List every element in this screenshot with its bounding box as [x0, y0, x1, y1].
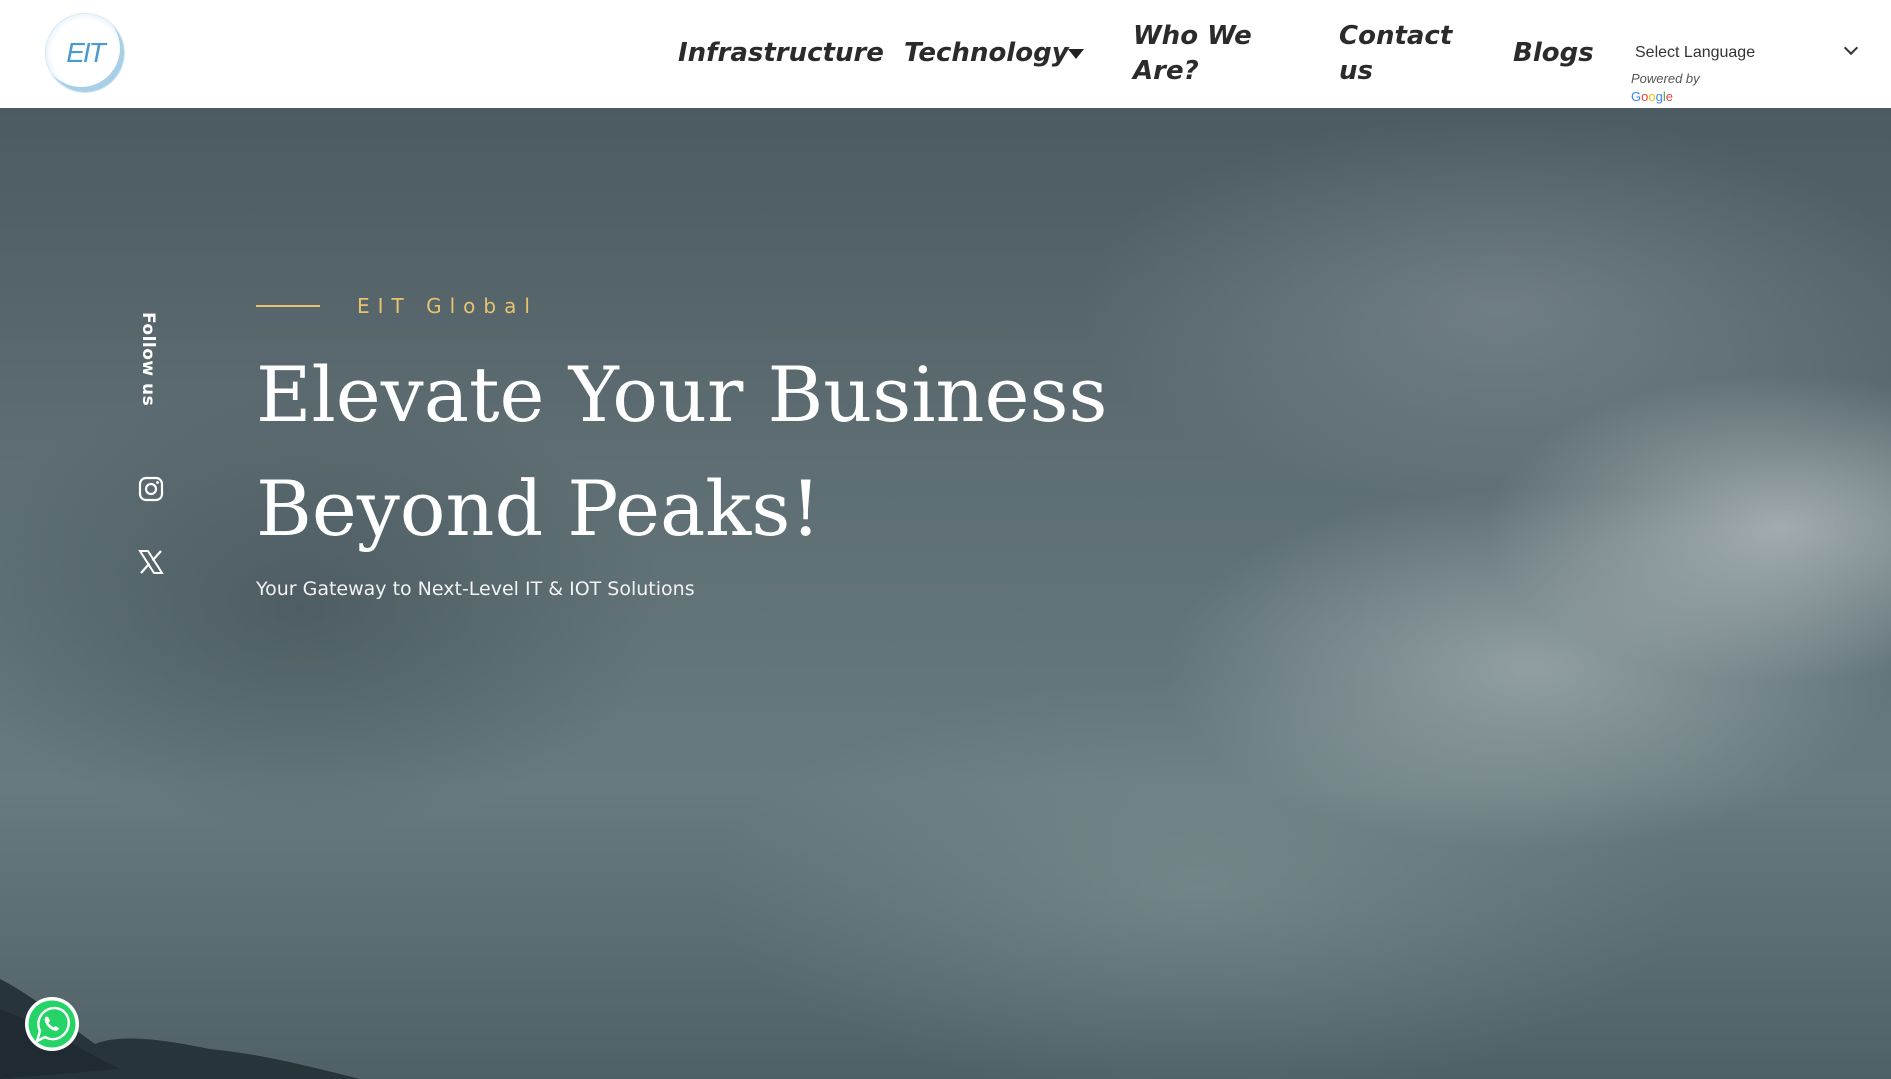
language-select-value: Select Language [1635, 44, 1756, 61]
caret-down-icon[interactable] [1068, 49, 1084, 59]
language-select[interactable]: Select Language [1628, 37, 1862, 69]
chevron-down-icon [1843, 40, 1859, 56]
logo-text: EIT [66, 37, 106, 68]
whatsapp-icon[interactable] [23, 995, 81, 1053]
hero-subtitle: Your Gateway to Next-Level IT & IOT Solu… [256, 578, 695, 600]
nav-infrastructure[interactable]: Infrastructure [678, 36, 884, 71]
eyebrow-divider [256, 305, 320, 307]
nav-contact-us[interactable]: Contact us [1339, 19, 1469, 89]
follow-us-label: Follow us [138, 312, 158, 407]
x-icon[interactable] [137, 548, 165, 576]
hero-headline: Elevate Your Business Beyond Peaks! [256, 350, 1108, 553]
instagram-icon[interactable] [137, 475, 165, 503]
eyebrow-label: EIT Global [357, 294, 538, 318]
powered-by-label: Powered by [1631, 71, 1700, 86]
nav-blogs[interactable]: Blogs [1513, 36, 1594, 71]
nav-technology[interactable]: Technology [904, 36, 1069, 71]
site-header: EIT Infrastructure Technology Who We Are… [0, 0, 1891, 108]
google-logo[interactable]: Google [1631, 89, 1673, 104]
nav-who-we-are[interactable]: Who We Are? [1133, 19, 1283, 89]
eit-logo[interactable]: EIT [46, 14, 124, 92]
hero-section: Follow us EIT Global Elevate Your Busine… [0, 108, 1891, 1079]
